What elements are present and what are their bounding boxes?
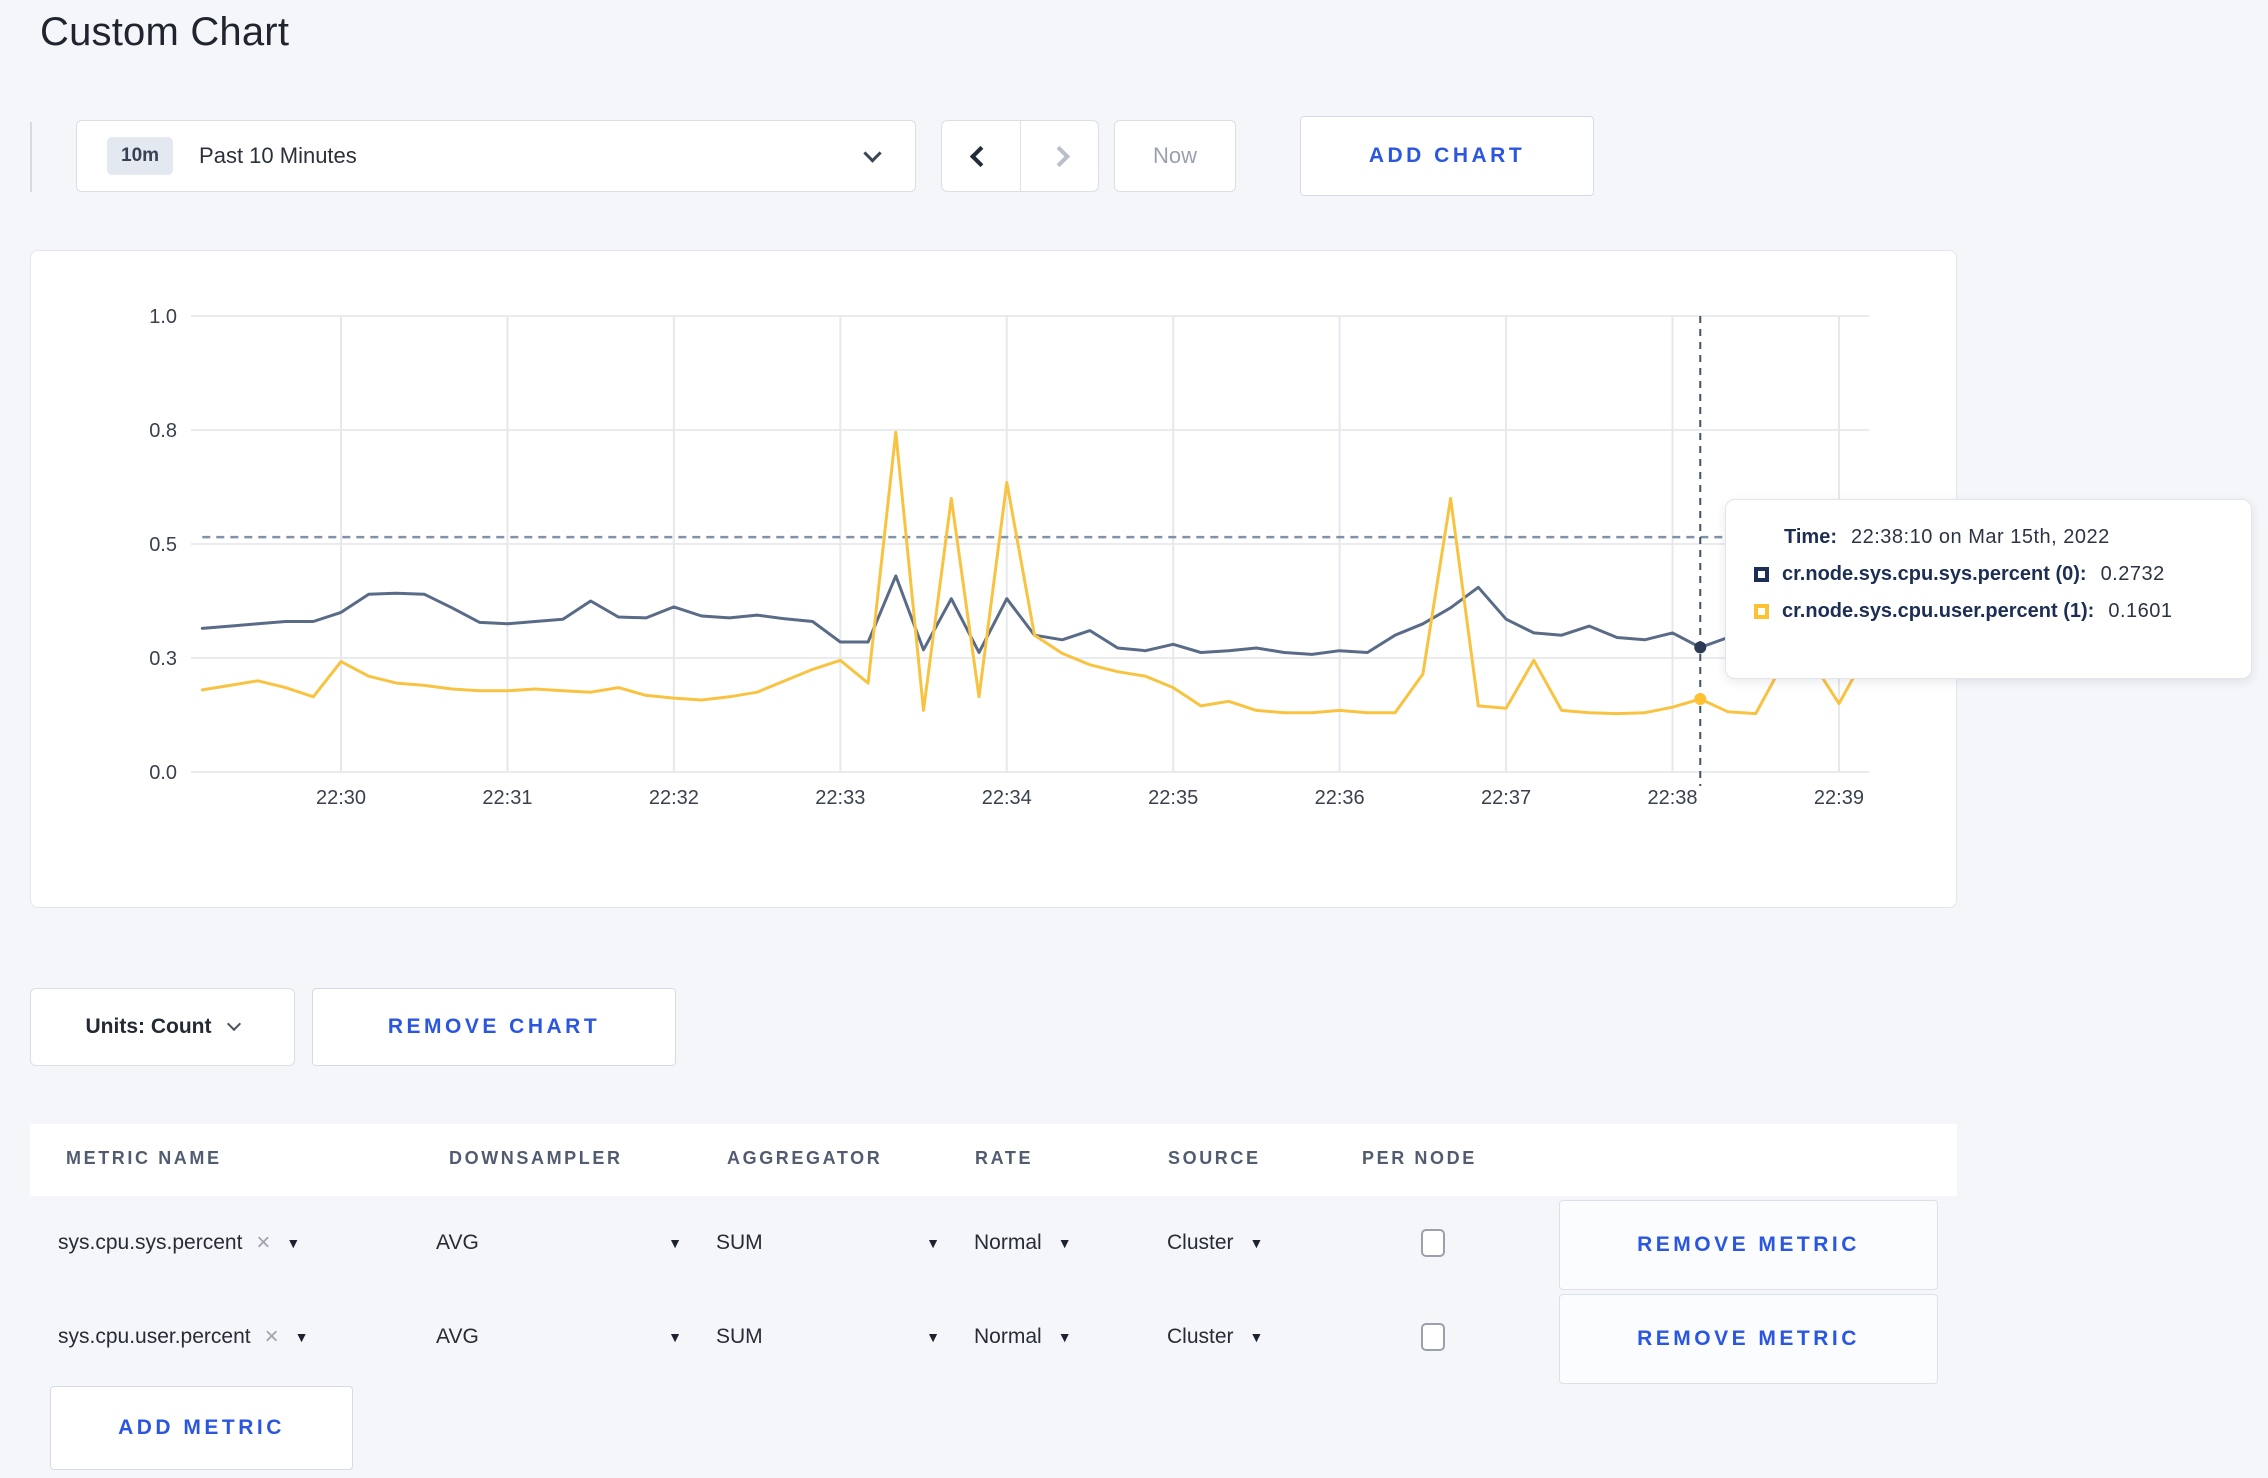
hover-point-dot bbox=[1694, 641, 1707, 654]
chevron-down-icon bbox=[227, 1016, 242, 1032]
tooltip-series-row: cr.node.sys.cpu.sys.percent (0): 0.2732 bbox=[1754, 563, 2251, 586]
per-node-checkbox[interactable] bbox=[1421, 1229, 1445, 1257]
rate-select[interactable]: Normal ▼ bbox=[974, 1196, 1072, 1290]
col-header-aggregator: AGGREGATOR bbox=[727, 1148, 883, 1168]
add-metric-button[interactable]: ADD METRIC bbox=[50, 1386, 353, 1470]
col-header-per-node: PER NODE bbox=[1362, 1148, 1477, 1168]
remove-metric-button[interactable]: REMOVE METRIC bbox=[1559, 1294, 1938, 1384]
units-select[interactable]: Units: Count bbox=[30, 988, 295, 1066]
caret-down-icon: ▼ bbox=[1249, 1235, 1264, 1251]
x-axis-tick-label: 22:38 bbox=[1647, 787, 1697, 809]
metric-name-value: sys.cpu.user.percent bbox=[58, 1325, 251, 1348]
close-icon[interactable]: × bbox=[265, 1323, 279, 1351]
x-axis-tick-label: 22:39 bbox=[1814, 787, 1864, 809]
metric-row: sys.cpu.user.percent × ▼ AVG ▼ SUM ▼ Nor… bbox=[30, 1290, 1957, 1384]
per-node-checkbox[interactable] bbox=[1421, 1323, 1445, 1351]
caret-down-icon: ▼ bbox=[926, 1235, 940, 1251]
tooltip-time-label: Time: bbox=[1784, 526, 1837, 548]
col-header-downsampler: DOWNSAMPLER bbox=[449, 1148, 623, 1168]
x-axis-tick-label: 22:31 bbox=[482, 787, 532, 809]
series-line-cr.node.sys.cpu.user.percent bbox=[200, 430, 1869, 716]
time-window-badge: 10m bbox=[107, 137, 174, 175]
page-title: Custom Chart bbox=[40, 10, 290, 54]
add-chart-button[interactable]: ADD CHART bbox=[1300, 116, 1594, 196]
source-select[interactable]: Cluster ▼ bbox=[1167, 1196, 1263, 1290]
chevron-left-icon bbox=[970, 145, 992, 167]
downsampler-select[interactable]: AVG ▼ bbox=[436, 1290, 682, 1384]
rate-value: Normal bbox=[974, 1325, 1042, 1348]
time-nav-group bbox=[941, 120, 1099, 192]
x-axis-tick-label: 22:37 bbox=[1481, 787, 1531, 809]
metric-name-select[interactable]: sys.cpu.user.percent × ▼ bbox=[58, 1290, 308, 1384]
source-value: Cluster bbox=[1167, 1325, 1234, 1348]
rate-select[interactable]: Normal ▼ bbox=[974, 1290, 1072, 1384]
remove-metric-button[interactable]: REMOVE METRIC bbox=[1559, 1200, 1938, 1290]
x-axis-tick-label: 22:32 bbox=[649, 787, 699, 809]
x-axis-tick-label: 22:30 bbox=[316, 787, 366, 809]
aggregator-value: SUM bbox=[716, 1231, 763, 1254]
y-axis-tick-label: 1.0 bbox=[149, 306, 177, 328]
tooltip-series-name: cr.node.sys.cpu.user.percent (1): bbox=[1782, 600, 2095, 622]
tooltip-series-value: 0.1601 bbox=[2108, 600, 2173, 622]
downsampler-value: AVG bbox=[436, 1325, 479, 1348]
source-select[interactable]: Cluster ▼ bbox=[1167, 1290, 1263, 1384]
chevron-right-icon bbox=[1048, 145, 1070, 167]
hover-point-dot bbox=[1694, 692, 1707, 705]
caret-down-icon: ▼ bbox=[1249, 1329, 1264, 1345]
x-axis-tick-label: 22:34 bbox=[982, 787, 1032, 809]
metrics-table-header: METRIC NAME DOWNSAMPLER AGGREGATOR RATE … bbox=[30, 1124, 1957, 1196]
caret-down-icon: ▼ bbox=[668, 1329, 682, 1345]
caret-down-icon: ▼ bbox=[668, 1235, 682, 1251]
now-button[interactable]: Now bbox=[1114, 120, 1236, 192]
series-line-cr.node.sys.cpu.sys.percent bbox=[200, 574, 1869, 656]
y-axis-tick-label: 0.5 bbox=[149, 534, 177, 556]
series-sys-swatch-icon bbox=[1754, 567, 1769, 582]
caret-down-icon: ▼ bbox=[286, 1235, 301, 1251]
tooltip-series-name: cr.node.sys.cpu.sys.percent (0): bbox=[1782, 563, 2087, 585]
col-header-source: SOURCE bbox=[1168, 1148, 1261, 1168]
aggregator-value: SUM bbox=[716, 1325, 763, 1348]
downsampler-value: AVG bbox=[436, 1231, 479, 1254]
x-axis-tick-label: 22:36 bbox=[1315, 787, 1365, 809]
y-axis-tick-label: 0.8 bbox=[149, 420, 177, 442]
chevron-down-icon bbox=[863, 144, 882, 163]
time-window-select[interactable]: 10m Past 10 Minutes bbox=[76, 120, 916, 192]
tooltip-series-value: 0.2732 bbox=[2100, 563, 2165, 585]
aggregator-select[interactable]: SUM ▼ bbox=[716, 1196, 940, 1290]
aggregator-select[interactable]: SUM ▼ bbox=[716, 1290, 940, 1384]
caret-down-icon: ▼ bbox=[294, 1329, 309, 1345]
units-label: Units: Count bbox=[85, 1015, 212, 1038]
rate-value: Normal bbox=[974, 1231, 1042, 1254]
y-axis-tick-label: 0.3 bbox=[149, 648, 177, 670]
tooltip-time-row: Time: 22:38:10 on Mar 15th, 2022 bbox=[1754, 526, 2251, 549]
x-axis-tick-label: 22:35 bbox=[1148, 787, 1198, 809]
next-time-button[interactable] bbox=[1021, 121, 1099, 191]
downsampler-select[interactable]: AVG ▼ bbox=[436, 1196, 682, 1290]
metric-name-value: sys.cpu.sys.percent bbox=[58, 1231, 243, 1254]
toolbar-divider bbox=[30, 122, 32, 192]
series-user-swatch-icon bbox=[1754, 604, 1769, 619]
source-value: Cluster bbox=[1167, 1231, 1234, 1254]
col-header-metric-name: METRIC NAME bbox=[66, 1148, 222, 1168]
y-axis-tick-label: 0.0 bbox=[149, 762, 177, 784]
caret-down-icon: ▼ bbox=[1057, 1329, 1072, 1345]
prev-time-button[interactable] bbox=[942, 121, 1021, 191]
remove-chart-button[interactable]: REMOVE CHART bbox=[312, 988, 676, 1066]
x-axis-tick-label: 22:33 bbox=[815, 787, 865, 809]
chart-tooltip: Time: 22:38:10 on Mar 15th, 2022 cr.node… bbox=[1725, 499, 2252, 679]
tooltip-time-value: 22:38:10 on Mar 15th, 2022 bbox=[1850, 526, 2110, 548]
time-window-label: Past 10 Minutes bbox=[199, 143, 357, 168]
metric-name-select[interactable]: sys.cpu.sys.percent × ▼ bbox=[58, 1196, 300, 1290]
col-header-rate: RATE bbox=[975, 1148, 1034, 1168]
chart-card[interactable]: 1.0 0.8 0.5 0.3 0.0 22:30 22:31 22:32 22:33 22:34… bbox=[30, 250, 1957, 908]
timeseries-chart[interactable]: 1.0 0.8 0.5 0.3 0.0 22:30 22:31 22:32 22:33 22:34… bbox=[31, 251, 1955, 906]
caret-down-icon: ▼ bbox=[926, 1329, 940, 1345]
close-icon[interactable]: × bbox=[256, 1229, 270, 1257]
metric-row: sys.cpu.sys.percent × ▼ AVG ▼ SUM ▼ Norm… bbox=[30, 1196, 1957, 1290]
caret-down-icon: ▼ bbox=[1057, 1235, 1072, 1251]
tooltip-series-row: cr.node.sys.cpu.user.percent (1): 0.1601 bbox=[1754, 600, 2251, 623]
